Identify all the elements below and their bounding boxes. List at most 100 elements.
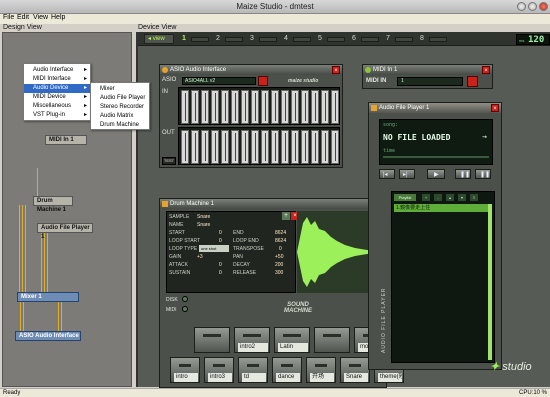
end-value[interactable]: 8624	[275, 230, 286, 236]
midi-in-select[interactable]: 1	[397, 77, 463, 86]
menu-item-audio-matrix[interactable]: Audio Matrix	[91, 112, 149, 121]
tab-4[interactable]: 4	[284, 35, 288, 42]
node-mixer[interactable]: Mixer 1	[17, 292, 79, 302]
playlist-move-down-button[interactable]: ▾	[458, 194, 466, 201]
input-fader-15[interactable]	[321, 90, 329, 124]
output-fader-8[interactable]	[251, 130, 259, 164]
top-pad-4[interactable]	[314, 327, 350, 353]
input-fader-7[interactable]	[241, 90, 249, 124]
pause-button[interactable]: ❚❚	[455, 169, 471, 179]
start-value[interactable]: 0	[219, 230, 222, 236]
release-value[interactable]: 300	[275, 270, 283, 276]
output-fader-15[interactable]	[321, 130, 329, 164]
bottom-pad-4[interactable]: dance	[272, 357, 302, 383]
decay-value[interactable]: 200	[275, 262, 283, 268]
output-fader-9[interactable]	[261, 130, 269, 164]
tempo-display[interactable]: ms 120	[516, 34, 550, 45]
power-icon[interactable]	[467, 76, 478, 87]
node-drum-machine[interactable]: Drum Machine 1	[33, 196, 73, 213]
audio-file-player-title[interactable]: Audio File Player 1	[369, 103, 501, 113]
add-sample-button[interactable]: +	[282, 212, 290, 220]
node-asio-audio-interface[interactable]: ASIO Audio Interface	[15, 331, 81, 341]
menu-file[interactable]: File	[3, 14, 14, 21]
menu-item-mixer[interactable]: Mixer	[91, 85, 149, 94]
input-fader-3[interactable]	[201, 90, 209, 124]
input-fader-5[interactable]	[221, 90, 229, 124]
top-pad-2[interactable]: intro2	[234, 327, 270, 353]
output-fader-11[interactable]	[281, 130, 289, 164]
top-pad-1[interactable]	[194, 327, 230, 353]
input-fader-4[interactable]	[211, 90, 219, 124]
input-fader-8[interactable]	[251, 90, 259, 124]
design-view-panel[interactable]: Audio Interface ▸ MIDI Interface ▸ Audio D…	[2, 32, 150, 387]
asio-panel[interactable]: ASIO Audio Interface × ASIO ASIO4ALL v2 …	[159, 64, 343, 168]
menu-item-audio-interface[interactable]: Audio Interface ▸	[24, 66, 90, 75]
menu-item-miscellaneous[interactable]: Miscellaneous ▸	[24, 102, 90, 111]
output-fader-10[interactable]	[271, 130, 279, 164]
input-fader-14[interactable]	[311, 90, 319, 124]
close-icon[interactable]: ×	[482, 66, 490, 74]
bottom-pad-5[interactable]: 开场	[306, 357, 336, 383]
name-value[interactable]: Snare	[197, 222, 210, 228]
bottom-pad-6[interactable]: Snare	[340, 357, 370, 383]
output-fader-5[interactable]	[221, 130, 229, 164]
tab-6[interactable]: 6	[352, 35, 356, 42]
tab-5[interactable]: 5	[318, 35, 322, 42]
input-fader-2[interactable]	[191, 90, 199, 124]
drum-machine-panel[interactable]: Drum Machine 1 SAMPLE Snare NAME Snare S…	[159, 198, 430, 388]
sustain-value[interactable]: 0	[219, 270, 222, 276]
output-fader-3[interactable]	[201, 130, 209, 164]
top-pad-3[interactable]: Latin	[274, 327, 310, 353]
maximize-button[interactable]	[528, 2, 537, 11]
menu-item-drum-machine[interactable]: Drum Machine	[91, 121, 149, 130]
input-fader-12[interactable]	[291, 90, 299, 124]
loop-type-select[interactable]: one shot	[199, 245, 229, 252]
output-fader-2[interactable]	[191, 130, 199, 164]
tab-7[interactable]: 7	[386, 35, 390, 42]
menu-help[interactable]: Help	[51, 14, 65, 21]
view-tab[interactable]: ◂ view	[144, 34, 174, 44]
playlist[interactable]: Playlist + - ▴ ▾ ≡ 1.鏡像要走上住	[391, 191, 495, 363]
test-button[interactable]: TEST	[162, 157, 176, 165]
midi-in-panel[interactable]: MIDI In 1 × MIDI IN 1	[362, 64, 493, 89]
playlist-add-button[interactable]: +	[422, 194, 430, 201]
gain-value[interactable]: +3	[197, 254, 203, 260]
midi-in-title[interactable]: MIDI In 1	[363, 65, 492, 75]
output-fader-13[interactable]	[301, 130, 309, 164]
input-fader-6[interactable]	[231, 90, 239, 124]
bottom-pad-2[interactable]: intro3	[204, 357, 234, 383]
menu-edit[interactable]: Edit	[17, 14, 29, 21]
attack-value[interactable]: 0	[219, 262, 222, 268]
device-view-panel[interactable]: ◂ view 1 2 3 4 5 6 7 8 ms 120 ASIO Audio…	[136, 32, 550, 388]
tab-2[interactable]: 2	[216, 35, 220, 42]
sample-value[interactable]: Snare	[197, 214, 210, 220]
input-fader-16[interactable]	[331, 90, 339, 124]
output-fader-7[interactable]	[241, 130, 249, 164]
menu-item-midi-device[interactable]: MIDI Device ▸	[24, 93, 90, 102]
tab-3[interactable]: 3	[250, 35, 254, 42]
input-fader-1[interactable]	[181, 90, 189, 124]
power-icon[interactable]	[258, 76, 268, 86]
minimize-button[interactable]	[517, 2, 526, 11]
audio-file-player-panel[interactable]: Audio File Player 1 × song: NO FILE LOAD…	[368, 102, 502, 370]
menu-item-vst-plugin[interactable]: VST Plug-in ▸	[24, 111, 90, 120]
menu-view[interactable]: View	[33, 14, 48, 21]
output-fader-6[interactable]	[231, 130, 239, 164]
close-icon[interactable]: ×	[491, 104, 499, 112]
playlist-menu-button[interactable]: ≡	[470, 194, 478, 201]
pan-value[interactable]: +50	[275, 254, 283, 260]
input-fader-10[interactable]	[271, 90, 279, 124]
node-midi-in[interactable]: MIDI In 1	[45, 135, 87, 145]
bottom-pad-1[interactable]: intro	[170, 357, 200, 383]
playlist-item[interactable]: 1.鏡像要走上住	[394, 204, 488, 212]
menu-item-stereo-recorder[interactable]: Stereo Recorder	[91, 103, 149, 112]
playlist-scrollbar[interactable]	[488, 204, 492, 360]
seek-bar[interactable]	[383, 156, 489, 158]
input-fader-9[interactable]	[261, 90, 269, 124]
asio-panel-title[interactable]: ASIO Audio Interface	[160, 65, 342, 75]
output-fader-16[interactable]	[331, 130, 339, 164]
playlist-remove-button[interactable]: -	[434, 194, 442, 201]
loop-start-value[interactable]: 0	[219, 238, 222, 244]
close-icon[interactable]: ×	[332, 66, 340, 74]
tab-8[interactable]: 8	[420, 35, 424, 42]
